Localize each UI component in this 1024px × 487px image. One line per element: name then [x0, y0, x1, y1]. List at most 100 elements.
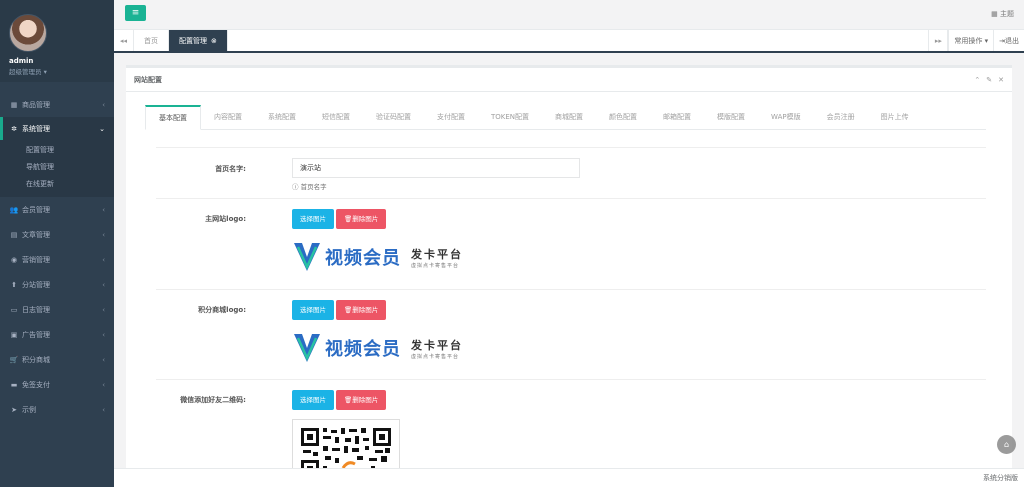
sidebar-item-icon: ▭	[10, 305, 18, 314]
sidebar-item-label: 积分商城	[22, 355, 50, 364]
sidebar-item-label: 广告管理	[22, 330, 50, 339]
card-title: 网站配置	[134, 75, 162, 84]
tab-config-5[interactable]: 支付配置	[424, 105, 478, 130]
close-icon[interactable]: ⊗	[211, 37, 217, 45]
tab-config-7[interactable]: 商城配置	[542, 105, 596, 130]
chevron-left-icon: ‹	[102, 305, 105, 314]
sidebar-item-label: 商品管理	[22, 100, 50, 109]
close-icon[interactable]: ✕	[998, 76, 1004, 84]
sidebar-item-label: 文章管理	[22, 230, 50, 239]
site-name-field-wrap: 演示站 ⓘ 首页名字	[292, 158, 580, 191]
tab-config-11[interactable]: WAP模版	[758, 105, 814, 130]
config-tabs: 基本配置 内容配置 系统配置 短信配置 验证码配置 支付配置 TOKEN配置 商城配置 颜色配置…	[145, 105, 986, 130]
sidebar-subitem-2[interactable]: 在线更新	[0, 176, 114, 193]
tab-config-10[interactable]: 模版配置	[704, 105, 758, 130]
main-logo-row: 主网站logo: 选择图片 🗑删除图片 视频会员 发卡平台 虚拟点卡寄售平台	[156, 198, 986, 271]
sidebar-item-8[interactable]: 🛒 积分商城 ‹	[0, 347, 114, 372]
collapse-icon[interactable]: ⌃	[974, 76, 980, 84]
tab-scroll-right-button[interactable]: ▸▸	[928, 30, 949, 51]
sidebar-item-0[interactable]: ▦ 商品管理 ‹	[0, 92, 114, 117]
tab-config-8[interactable]: 颜色配置	[596, 105, 650, 130]
topbar: ≡ ▦ 主题	[114, 0, 1024, 30]
main-content: 网站配置 ⌃ ✎ ✕ 基本配置 内容配置 系统配置 短信配置 验证码配置 支付配置 TOKE…	[114, 55, 1024, 468]
points-logo-preview: 视频会员 发卡平台 虚拟点卡寄售平台	[292, 330, 488, 366]
logout-button[interactable]: ⇥ 退出	[993, 30, 1024, 51]
tab-config-2[interactable]: 系统配置	[255, 105, 309, 130]
main-logo-select-button[interactable]: 选择图片	[292, 209, 334, 229]
wechat-qr-delete-button[interactable]: 🗑删除图片	[336, 390, 387, 410]
points-logo-label: 积分商城logo:	[198, 306, 246, 314]
tab-config-0[interactable]: 基本配置	[145, 105, 201, 130]
logo-mark-icon	[294, 334, 320, 362]
user-role: 超级管理员	[9, 68, 42, 76]
points-logo-delete-button[interactable]: 🗑删除图片	[336, 300, 387, 320]
footer-text: 系统分销版	[983, 474, 1018, 482]
theme-icon: ▦	[991, 10, 998, 18]
sidebar-item-label: 系统管理	[22, 124, 50, 133]
sidebar-item-6[interactable]: ▭ 日志管理 ‹	[0, 297, 114, 322]
tab-config[interactable]: 配置管理 ⊗	[169, 30, 228, 51]
wechat-qr-row: 微信添加好友二维码: 选择图片 🗑删除图片	[156, 379, 986, 468]
sidebar-item-label: 免签支付	[22, 380, 50, 389]
info-icon: ⓘ	[292, 183, 299, 191]
tab-home[interactable]: 首页	[134, 30, 169, 51]
card-header: 网站配置 ⌃ ✎ ✕	[126, 68, 1012, 92]
sidebar-item-label: 日志管理	[22, 305, 50, 314]
logo-main-text: 视频会员	[325, 339, 401, 360]
main-logo-preview: 视频会员 发卡平台 虚拟点卡寄售平台	[292, 239, 488, 275]
sidebar-item-icon: ✲	[11, 124, 17, 133]
site-name-help-text: 首页名字	[300, 183, 327, 191]
tab-config-6[interactable]: TOKEN配置	[478, 105, 542, 130]
tab-config-12[interactable]: 会员注册	[814, 105, 868, 130]
points-logo-select-button[interactable]: 选择图片	[292, 300, 334, 320]
chevron-left-icon: ‹	[102, 330, 105, 339]
wechat-qr-select-button[interactable]: 选择图片	[292, 390, 334, 410]
tab-config-3[interactable]: 短信配置	[309, 105, 363, 130]
tab-config-1[interactable]: 内容配置	[201, 105, 255, 130]
sidebar-item-1[interactable]: ✲ 系统管理 ⌄	[0, 117, 114, 140]
sidebar-item-label: 示例	[22, 405, 36, 414]
sidebar-item-7[interactable]: ▣ 广告管理 ‹	[0, 322, 114, 347]
theme-label: 主题	[1000, 10, 1014, 18]
tab-scroll-left-button[interactable]: ◂◂	[114, 30, 134, 51]
qr-code-icon	[299, 426, 393, 468]
sidebar-item-icon: ⬆	[11, 280, 17, 289]
tab-config-label: 配置管理	[179, 36, 207, 45]
common-ops-dropdown[interactable]: 常用操作 ▾	[948, 30, 993, 51]
avatar[interactable]	[9, 14, 47, 52]
sidebar-item-5[interactable]: ⬆ 分站管理 ‹	[0, 272, 114, 297]
sidebar: admin 超级管理员 ▾ ▦ 商品管理 ‹ ✲ 系统管理 ⌄ 配置管理 导航管理 在线更新 👥 会…	[0, 0, 114, 487]
logout-label: 退出	[1005, 36, 1019, 45]
site-name-input[interactable]: 演示站	[292, 158, 580, 178]
sidebar-submenu: 配置管理 导航管理 在线更新	[0, 140, 114, 197]
sidebar-subitem-1[interactable]: 导航管理	[0, 159, 114, 176]
menu-toggle-button[interactable]: ≡	[125, 5, 146, 21]
scroll-top-button[interactable]: ⌂	[997, 435, 1016, 454]
sidebar-item-3[interactable]: ▤ 文章管理 ‹	[0, 222, 114, 247]
page-tab-strip: ◂◂ 首页 配置管理 ⊗ ▸▸ 常用操作 ▾ ⇥ 退出	[114, 30, 1024, 53]
sidebar-item-icon: ▦	[10, 100, 18, 109]
sidebar-item-9[interactable]: ▬ 免签支付 ‹	[0, 372, 114, 397]
sidebar-subitem-0[interactable]: 配置管理	[0, 142, 114, 159]
site-name-help: ⓘ 首页名字	[292, 181, 580, 191]
sidebar-item-2[interactable]: 👥 会员管理 ‹	[0, 197, 114, 222]
site-config-card: 网站配置 ⌃ ✎ ✕ 基本配置 内容配置 系统配置 短信配置 验证码配置 支付配置 TOKE…	[126, 65, 1012, 468]
sidebar-item-icon: ▣	[10, 330, 18, 339]
sidebar-item-icon: ▤	[10, 230, 18, 239]
chevron-left-icon: ‹	[102, 100, 105, 109]
sidebar-item-label: 营销管理	[22, 255, 50, 264]
double-right-icon: ▸▸	[934, 36, 942, 45]
wrench-icon[interactable]: ✎	[986, 76, 992, 84]
sidebar-item-icon: ◉	[10, 255, 18, 264]
sidebar-item-label: 分站管理	[22, 280, 50, 289]
main-logo-delete-button[interactable]: 🗑删除图片	[336, 209, 387, 229]
tab-config-13[interactable]: 图片上传	[868, 105, 922, 130]
tab-config-4[interactable]: 验证码配置	[363, 105, 424, 130]
main-logo-label: 主网站logo:	[205, 215, 246, 223]
tab-spacer	[228, 30, 929, 51]
theme-button[interactable]: ▦ 主题	[991, 9, 1014, 19]
user-role-dropdown[interactable]: 超级管理员 ▾	[9, 66, 114, 76]
sidebar-item-10[interactable]: ➤ 示例 ‹	[0, 397, 114, 422]
sidebar-item-4[interactable]: ◉ 营销管理 ‹	[0, 247, 114, 272]
tab-config-9[interactable]: 邮箱配置	[650, 105, 704, 130]
